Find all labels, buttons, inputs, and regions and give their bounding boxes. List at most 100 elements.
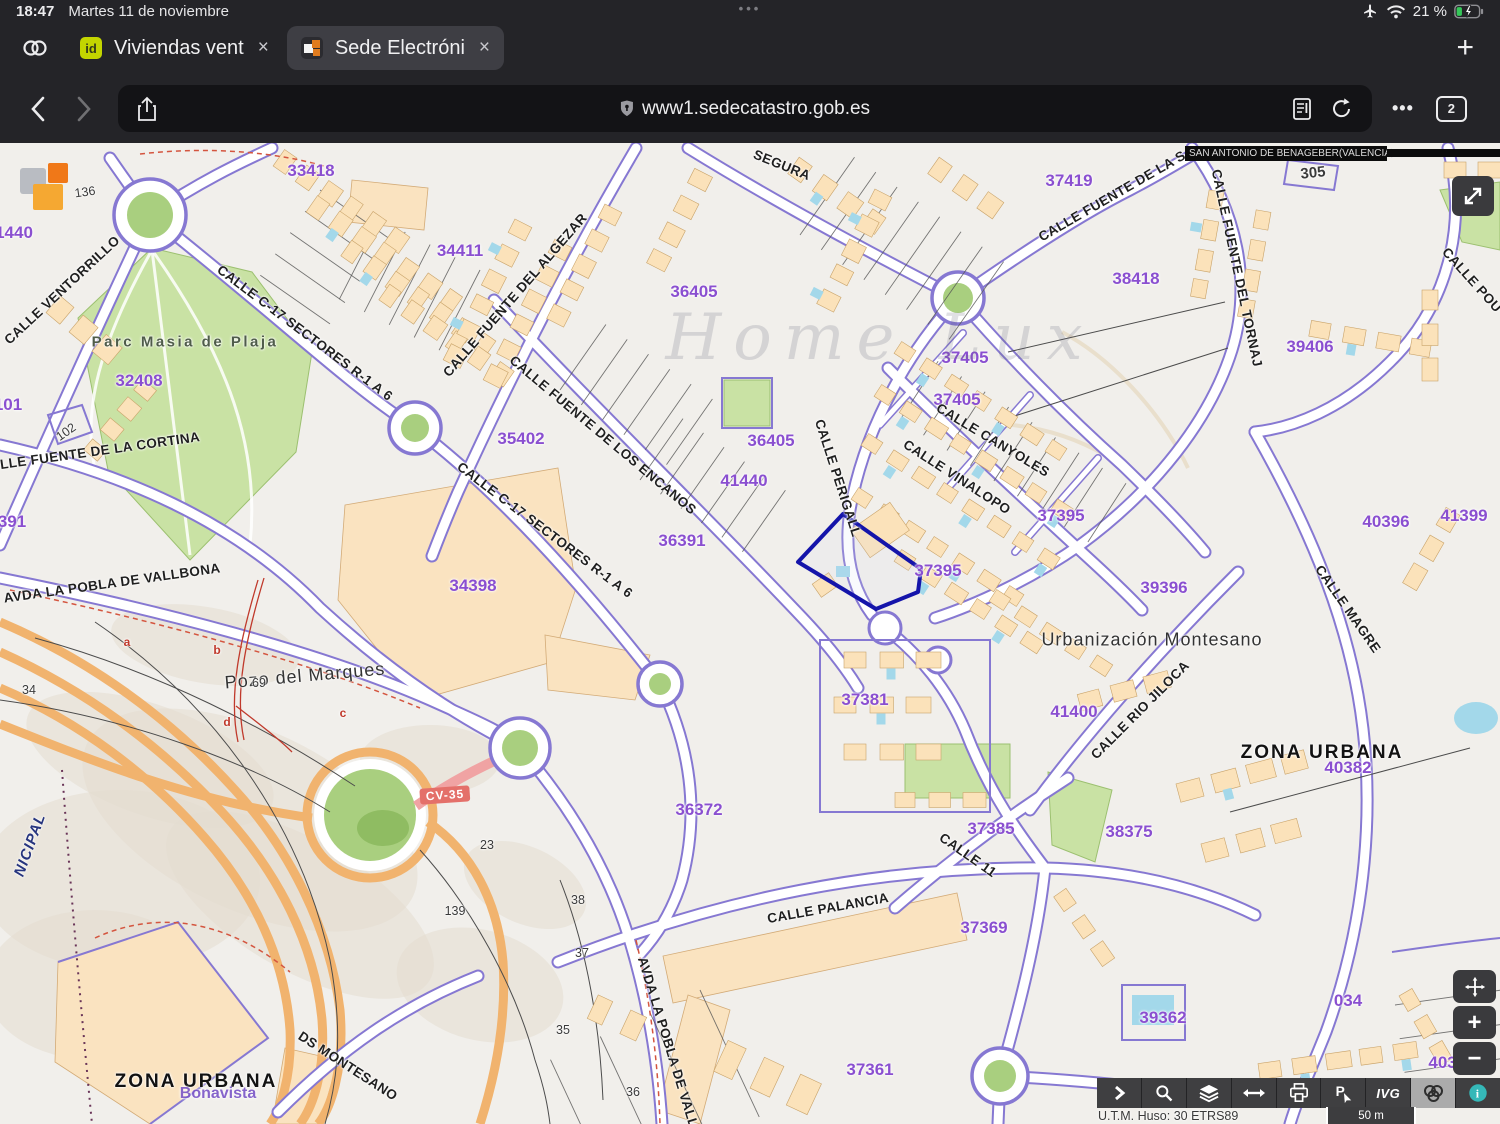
ivg-tool-button[interactable]: IVG (1366, 1078, 1411, 1108)
parcel-label: 1440 (0, 223, 33, 243)
status-bar: 18:47 Martes 11 de noviembre ••• 21 % (0, 0, 1500, 22)
number-label: 38 (571, 893, 585, 907)
map-scale: 50 m (1326, 1107, 1416, 1124)
number-label: 136 (74, 184, 97, 201)
catastro-favicon (301, 37, 323, 59)
number-label: 102 (53, 420, 78, 443)
place-label: Pozo del Marques (224, 659, 386, 694)
parcel-label: 36391 (658, 531, 705, 551)
expand-toolbar-button[interactable] (1097, 1078, 1142, 1108)
parcel-label: 37395 (914, 561, 961, 581)
parcel-label: 32408 (115, 371, 162, 391)
red-letter-label: b (213, 643, 220, 657)
share-icon[interactable] (136, 96, 158, 122)
tab-groups-icon[interactable] (20, 37, 50, 59)
number-label: 139 (445, 904, 466, 918)
parcel-label: 37385 (967, 819, 1014, 839)
street-label: SEGURA (751, 147, 812, 183)
street-label: CALLE RIO JILOCA (1088, 658, 1192, 762)
parcel-label: 39406 (1286, 337, 1333, 357)
red-letter-label: a (124, 635, 131, 649)
handle-dots-icon: ••• (739, 1, 762, 16)
parcel-label: 35402 (497, 429, 544, 449)
number-label: 305 (1300, 163, 1327, 183)
municipal-label: NICIPAL (11, 811, 50, 879)
red-letter-label: d (223, 715, 230, 729)
parcel-label: 33418 (287, 161, 334, 181)
place-label: Parc Masia de Plaja (92, 334, 279, 351)
red-letter-label: c (340, 706, 347, 720)
tab-viviendas[interactable]: id Viviendas vent × (66, 26, 283, 70)
parcel-label: 36405 (747, 431, 794, 451)
cartography-tool-button[interactable] (1411, 1078, 1456, 1108)
reload-icon[interactable] (1330, 97, 1354, 121)
fullscreen-button[interactable] (1452, 176, 1494, 216)
parcel-label: 37395 (1037, 506, 1084, 526)
tab-bar: id Viviendas vent × Sede Electróni × + (0, 22, 1500, 74)
watermark: Home Lux (665, 301, 1094, 375)
parcel-label: 39362 (1139, 1008, 1186, 1028)
map-label-layer: 3341814403441132408364053741938418374053… (0, 143, 1500, 1124)
search-tool-button[interactable] (1142, 1078, 1187, 1108)
tab-sede-electronica[interactable]: Sede Electróni × (287, 26, 504, 70)
number-label: 37 (575, 946, 589, 960)
utm-reference: U.T.M. Huso: 30 ETRS89 (1098, 1109, 1238, 1123)
street-label: DS MONTESANO (296, 1028, 401, 1103)
zoom-out-button[interactable]: − (1453, 1042, 1496, 1075)
tab-title: Sede Electróni (335, 37, 465, 60)
street-label: CALLE PALANCIA (766, 890, 890, 926)
number-label: 69 (252, 676, 266, 690)
number-label: 23 (480, 838, 494, 852)
place-label: Bonavista (180, 1085, 256, 1103)
parcel-label: 34411 (437, 241, 483, 261)
close-tab-icon[interactable]: × (258, 37, 269, 59)
new-tab-button[interactable]: + (1456, 33, 1474, 63)
svg-text:P: P (1336, 1084, 1345, 1099)
print-tool-button[interactable] (1277, 1078, 1322, 1108)
parcel-label: 41400 (1050, 702, 1097, 722)
street-label: CALLE PERIGALL (812, 417, 864, 538)
tab-title: Viviendas vent (114, 37, 244, 60)
street-label: CALLE FUENTE DE LA S (1036, 148, 1188, 245)
battery-percent: 21 % (1413, 3, 1447, 20)
parcel-label: 034 (1334, 991, 1362, 1011)
parcel-label: 38375 (1105, 822, 1152, 842)
parcel-label: 37419 (1045, 171, 1092, 191)
info-tool-button[interactable]: i (1456, 1078, 1500, 1108)
parcel-label: 41440 (720, 471, 767, 491)
parcel-label: 34398 (449, 576, 496, 596)
navigation-bar: www1.sedecatastro.gob.es ••• 2 (0, 74, 1500, 143)
pan-button[interactable] (1453, 970, 1496, 1003)
privacy-shield-icon (620, 100, 634, 117)
layers-tool-button[interactable] (1187, 1078, 1232, 1108)
tab-overview-button[interactable]: 2 (1436, 96, 1467, 122)
status-date: Martes 11 de noviembre (68, 3, 229, 20)
forward-button[interactable] (76, 96, 92, 122)
parcel-label: 36372 (675, 800, 722, 820)
wifi-icon (1386, 4, 1406, 19)
banner-strip (1387, 149, 1500, 157)
number-label: 34 (22, 683, 36, 697)
parcel-label: 37369 (960, 918, 1007, 938)
municipality-banner: SAN ANTONIO DE BENAGEBER(VALENCIA) (1185, 146, 1387, 161)
ipad-screen: 18:47 Martes 11 de noviembre ••• 21 % (0, 0, 1500, 1124)
browser-chrome: 18:47 Martes 11 de noviembre ••• 21 % (0, 0, 1500, 143)
street-label: CALLE FUENTE DEL TORNAJ (1209, 168, 1266, 368)
battery-icon (1454, 4, 1484, 19)
close-tab-icon[interactable]: × (479, 37, 490, 59)
measure-tool-button[interactable] (1232, 1078, 1277, 1108)
parcel-label: 38418 (1112, 269, 1159, 289)
pdf-pointer-tool-button[interactable]: P (1321, 1078, 1366, 1108)
cadastral-map[interactable]: 3341814403441132408364053741938418374053… (0, 143, 1500, 1124)
idealista-favicon: id (80, 37, 102, 59)
address-bar[interactable]: www1.sedecatastro.gob.es (118, 85, 1372, 132)
parcel-label: 41399 (1440, 506, 1487, 526)
reader-icon[interactable] (1292, 97, 1312, 121)
parcel-label: 37381 (841, 690, 888, 710)
zoom-in-button[interactable]: + (1453, 1006, 1496, 1039)
back-button[interactable] (30, 96, 46, 122)
street-label: CALLE MAGRE (1312, 562, 1384, 655)
more-menu-button[interactable]: ••• (1392, 98, 1414, 119)
street-label: CALLE POU (1439, 245, 1500, 316)
url-text: www1.sedecatastro.gob.es (642, 98, 870, 120)
